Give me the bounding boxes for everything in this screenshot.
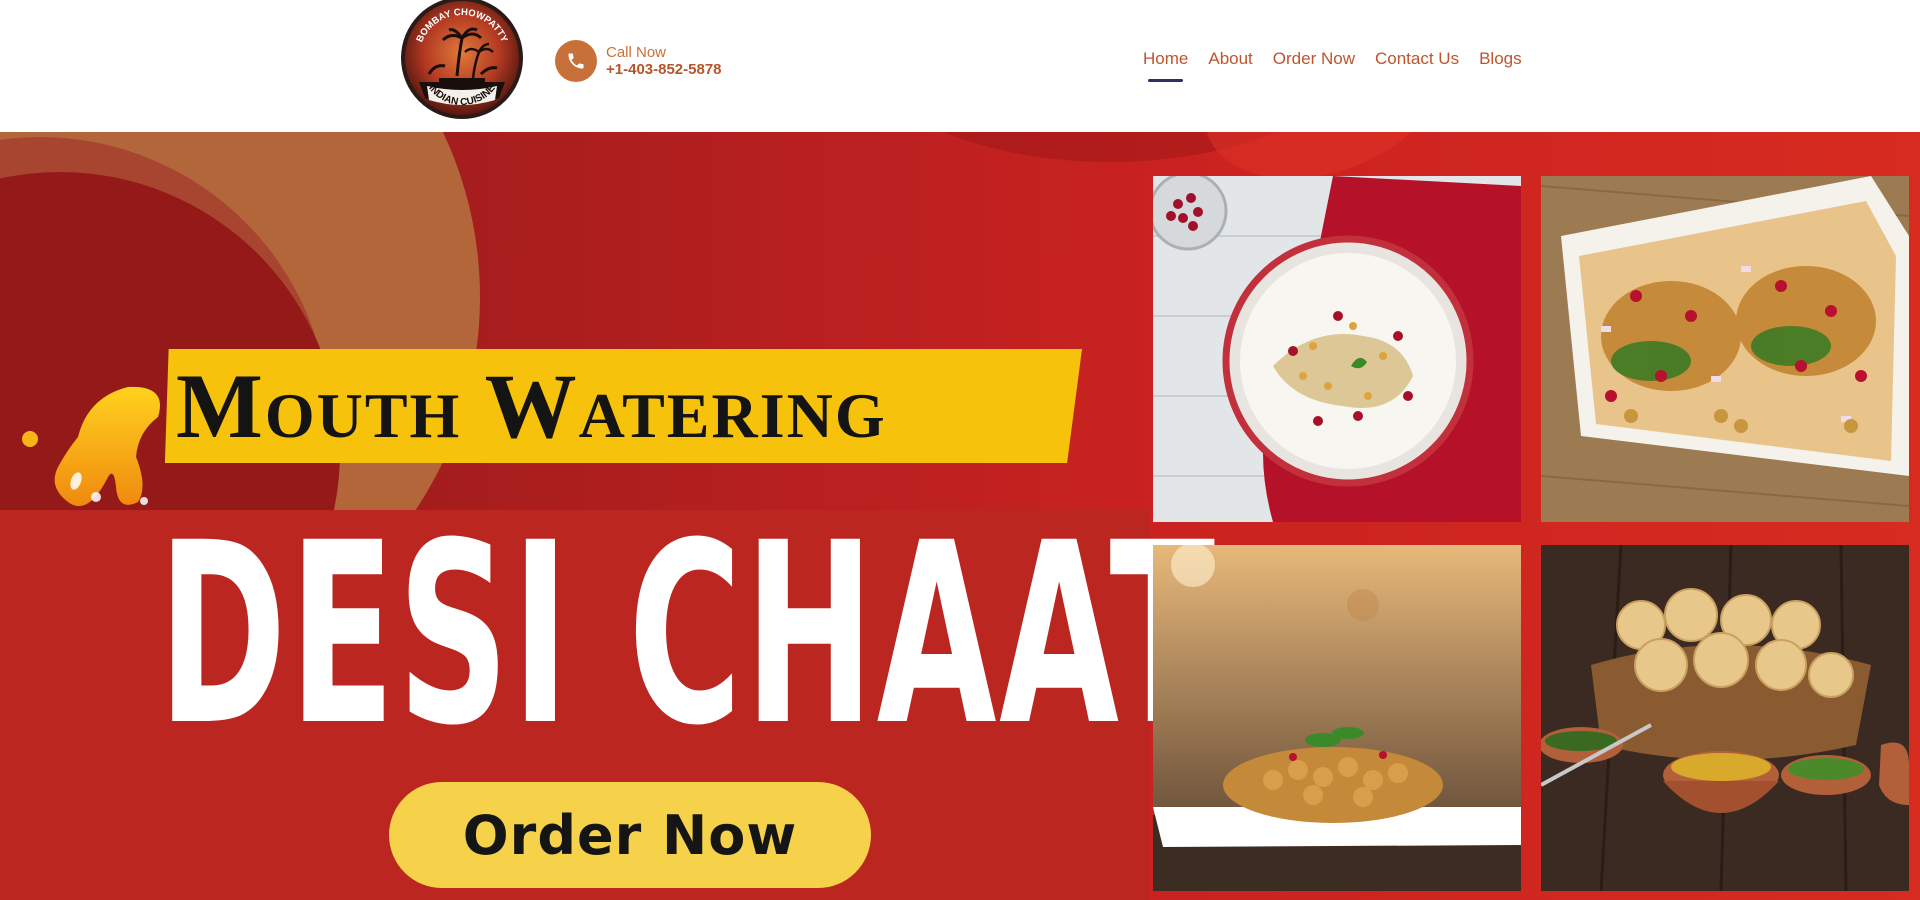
food-photo-chana-chaat [1153,545,1521,891]
nav-blogs[interactable]: Blogs [1479,48,1522,84]
site-logo[interactable]: BOMBAY CHOWPATTY INDIAN CUISINE [399,0,525,122]
call-label: Call Now [606,44,667,61]
hero-tagline: Mouth Watering [176,355,887,457]
food-photo-pani-puri [1541,545,1909,891]
phone-icon[interactable] [555,40,597,82]
food-photo-tikki-chaat [1541,176,1909,522]
hero-banner: Mouth Watering DESI CHAAT Order Now [0,132,1920,900]
sauce-drip-icon [22,386,160,507]
nav-order-now[interactable]: Order Now [1273,48,1355,84]
call-block: Call Now +1-403-852-5878 [606,44,722,78]
site-header: BOMBAY CHOWPATTY INDIAN CUISINE Call Now… [0,0,1920,132]
order-now-button[interactable]: Order Now [389,782,871,888]
nav-about[interactable]: About [1208,48,1252,84]
main-nav: Home About Order Now Contact Us Blogs [1143,48,1522,84]
nav-home[interactable]: Home [1143,48,1188,84]
nav-contact-us[interactable]: Contact Us [1375,48,1459,84]
hero-headline: DESI CHAAT [158,489,1218,780]
phone-number-link[interactable]: +1-403-852-5878 [606,61,722,78]
food-photo-dahi-chaat [1153,176,1521,522]
